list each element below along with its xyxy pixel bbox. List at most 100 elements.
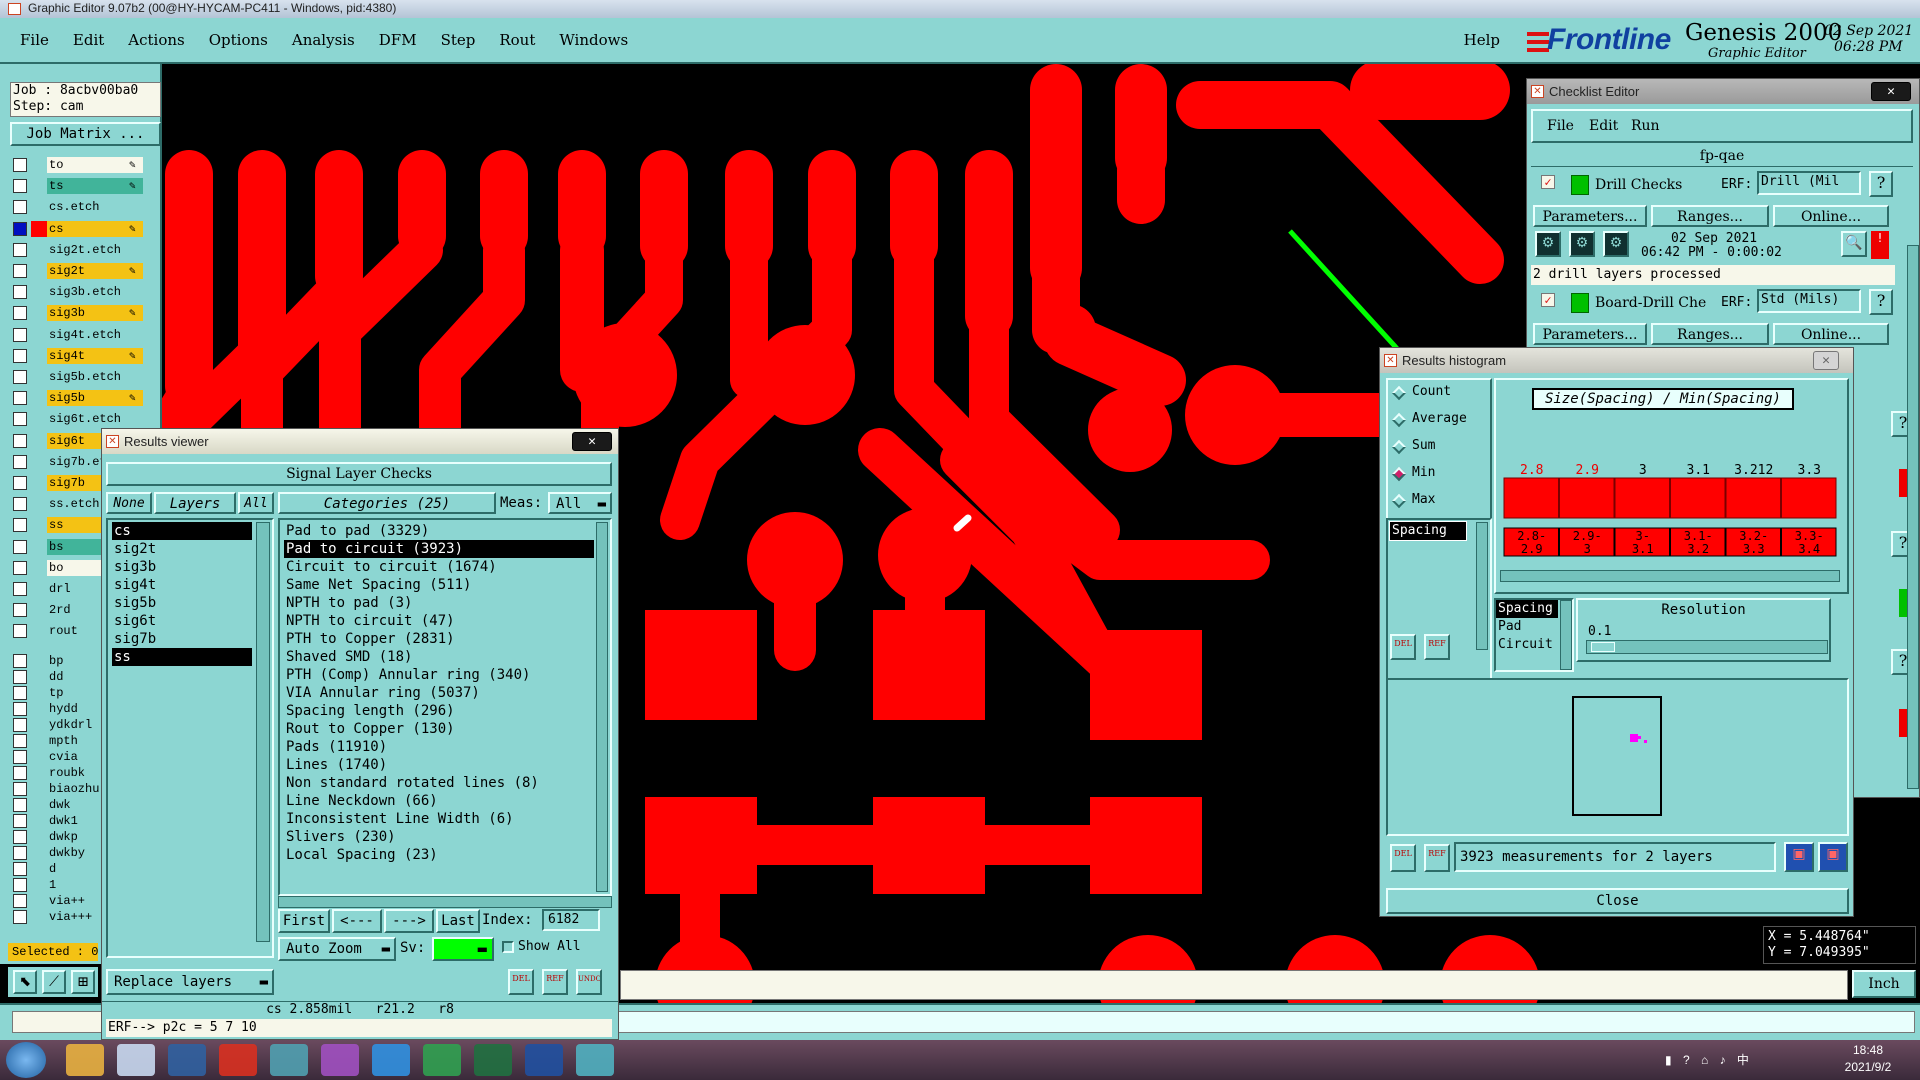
- category-item[interactable]: Pad to circuit (3923): [284, 540, 594, 558]
- category-item[interactable]: Circuit to circuit (1674): [284, 558, 594, 576]
- layer-checkbox[interactable]: [13, 653, 27, 668]
- help-menu[interactable]: Help: [1464, 31, 1500, 49]
- hist-list-scrollbar[interactable]: [1476, 522, 1488, 650]
- tray-network-icon[interactable]: ⌂: [1701, 1053, 1708, 1067]
- type-scrollbar[interactable]: [1560, 600, 1572, 670]
- app-red-icon[interactable]: [219, 1044, 257, 1076]
- rv-layer-scrollbar[interactable]: [256, 522, 270, 942]
- first-button[interactable]: First: [278, 909, 330, 933]
- tool-measure-icon[interactable]: ⟋: [42, 970, 66, 994]
- category-item[interactable]: NPTH to pad (3): [284, 594, 594, 612]
- close-icon[interactable]: ✕: [1871, 82, 1911, 101]
- taskbar-time[interactable]: 18:48: [1838, 1043, 1898, 1057]
- category-list[interactable]: Pad to pad (3329) Pad to circuit (3923) Ci…: [278, 518, 612, 896]
- layer-checkbox[interactable]: [13, 894, 27, 909]
- layer-checkbox[interactable]: [13, 910, 27, 925]
- chart-zoom-icon[interactable]: ▣: [1784, 842, 1814, 872]
- save-icon[interactable]: [168, 1044, 206, 1076]
- type-item[interactable]: Circuit: [1496, 636, 1558, 654]
- histogram-layer-list[interactable]: Spacing: [1386, 518, 1492, 694]
- cl-menu-run[interactable]: Run: [1631, 118, 1660, 134]
- layer-checkbox[interactable]: [13, 179, 27, 194]
- category-hscroll[interactable]: [278, 896, 612, 908]
- close-icon[interactable]: ✕: [572, 432, 612, 451]
- layer-checkbox[interactable]: [13, 624, 27, 639]
- genesis-icon[interactable]: [576, 1044, 614, 1076]
- layer-checkbox[interactable]: [13, 603, 27, 618]
- layer-checkbox[interactable]: [13, 370, 27, 384]
- run-icon[interactable]: ⚙: [1535, 231, 1561, 257]
- next-button[interactable]: --->: [384, 909, 434, 933]
- rv-layer-item[interactable]: sig4t: [112, 576, 252, 594]
- hist-hscroll[interactable]: [1500, 570, 1840, 582]
- category-item[interactable]: Pads (11910): [284, 738, 594, 756]
- rv-layer-item[interactable]: sig2t: [112, 540, 252, 558]
- menu-rout[interactable]: Rout: [499, 31, 535, 49]
- category-item[interactable]: PTH to Copper (2831): [284, 630, 594, 648]
- layer-checkbox[interactable]: [13, 539, 27, 554]
- layer-checkbox[interactable]: [13, 814, 27, 829]
- index-input[interactable]: 6182: [542, 909, 600, 931]
- close-icon[interactable]: ✕: [1813, 351, 1839, 370]
- layer-row[interactable]: sig6t.etch: [13, 411, 143, 428]
- layer-checkbox[interactable]: [13, 830, 27, 845]
- tool-grid-icon[interactable]: ⊞: [71, 970, 95, 994]
- tray-ime-icon[interactable]: 中: [1737, 1053, 1749, 1067]
- replace-layers-select[interactable]: Replace layers ▬: [106, 969, 274, 995]
- layer-checkbox[interactable]: [13, 476, 27, 490]
- layer-row[interactable]: sig4t ✎: [13, 347, 143, 364]
- checklist-title[interactable]: ✕ Checklist Editor: [1527, 79, 1919, 104]
- ref-icon[interactable]: REF: [542, 969, 568, 995]
- excel-icon[interactable]: [474, 1044, 512, 1076]
- tool-select-icon[interactable]: ⬉: [13, 970, 37, 994]
- layer-checkbox[interactable]: [13, 433, 27, 448]
- category-item[interactable]: VIA Annular ring (5037): [284, 684, 594, 702]
- notepad-icon[interactable]: [117, 1044, 155, 1076]
- layer-checkbox[interactable]: [13, 158, 27, 172]
- layer-checkbox[interactable]: [13, 560, 27, 575]
- category-item[interactable]: Slivers (230): [284, 828, 594, 846]
- tray-flag-icon[interactable]: ▮: [1665, 1053, 1672, 1067]
- layer-checkbox[interactable]: [13, 701, 27, 716]
- word-icon[interactable]: [525, 1044, 563, 1076]
- categories-button[interactable]: Categories (25): [278, 492, 496, 514]
- x-app-icon[interactable]: [321, 1044, 359, 1076]
- del-icon[interactable]: DEL: [1390, 844, 1416, 872]
- layer-checkbox[interactable]: [13, 391, 27, 406]
- layer-checkbox[interactable]: [13, 846, 27, 861]
- histogram-bar[interactable]: [1503, 477, 1559, 519]
- rv-layer-item[interactable]: sig5b: [112, 594, 252, 612]
- layer-checkbox[interactable]: [13, 669, 27, 684]
- undo-icon[interactable]: UNDO: [576, 969, 602, 995]
- layer-checkbox[interactable]: [13, 242, 27, 257]
- layer-row[interactable]: sig3b.etch: [13, 284, 143, 301]
- bird-icon[interactable]: [372, 1044, 410, 1076]
- rv-layer-item[interactable]: sig7b: [112, 630, 252, 648]
- ranges-button[interactable]: Ranges...: [1651, 323, 1769, 345]
- histogram-bar[interactable]: [1781, 477, 1837, 519]
- online-button[interactable]: Online...: [1773, 205, 1889, 227]
- layer-checkbox[interactable]: [13, 782, 27, 796]
- layer-row[interactable]: cs.etch: [13, 199, 143, 216]
- category-item[interactable]: NPTH to circuit (47): [284, 612, 594, 630]
- prev-button[interactable]: <---: [332, 909, 382, 933]
- all-button[interactable]: All: [238, 492, 274, 514]
- layer-row[interactable]: ts ✎: [13, 178, 143, 195]
- layer-row[interactable]: sig5b.etch: [13, 369, 143, 385]
- show-all-checkbox[interactable]: [502, 941, 514, 953]
- start-button[interactable]: [6, 1042, 46, 1078]
- layer-checkbox[interactable]: [13, 582, 27, 596]
- layer-checkbox[interactable]: [13, 221, 27, 236]
- layer-name[interactable]: sig6t.etch: [47, 411, 143, 428]
- layer-checkbox[interactable]: [13, 717, 27, 732]
- layers-button[interactable]: Layers: [154, 492, 236, 514]
- layer-name[interactable]: sig4t.etch: [47, 326, 143, 343]
- histogram-bar[interactable]: [1614, 477, 1670, 519]
- layer-checkbox[interactable]: [13, 733, 27, 748]
- tray-volume-icon[interactable]: ♪: [1720, 1053, 1726, 1067]
- cl-menu-file[interactable]: File: [1547, 118, 1574, 134]
- parameters-button[interactable]: Parameters...: [1533, 323, 1647, 345]
- layer-row[interactable]: sig5b ✎: [13, 390, 143, 407]
- del-icon[interactable]: DEL: [508, 969, 534, 995]
- cl-menu-edit[interactable]: Edit: [1589, 118, 1618, 134]
